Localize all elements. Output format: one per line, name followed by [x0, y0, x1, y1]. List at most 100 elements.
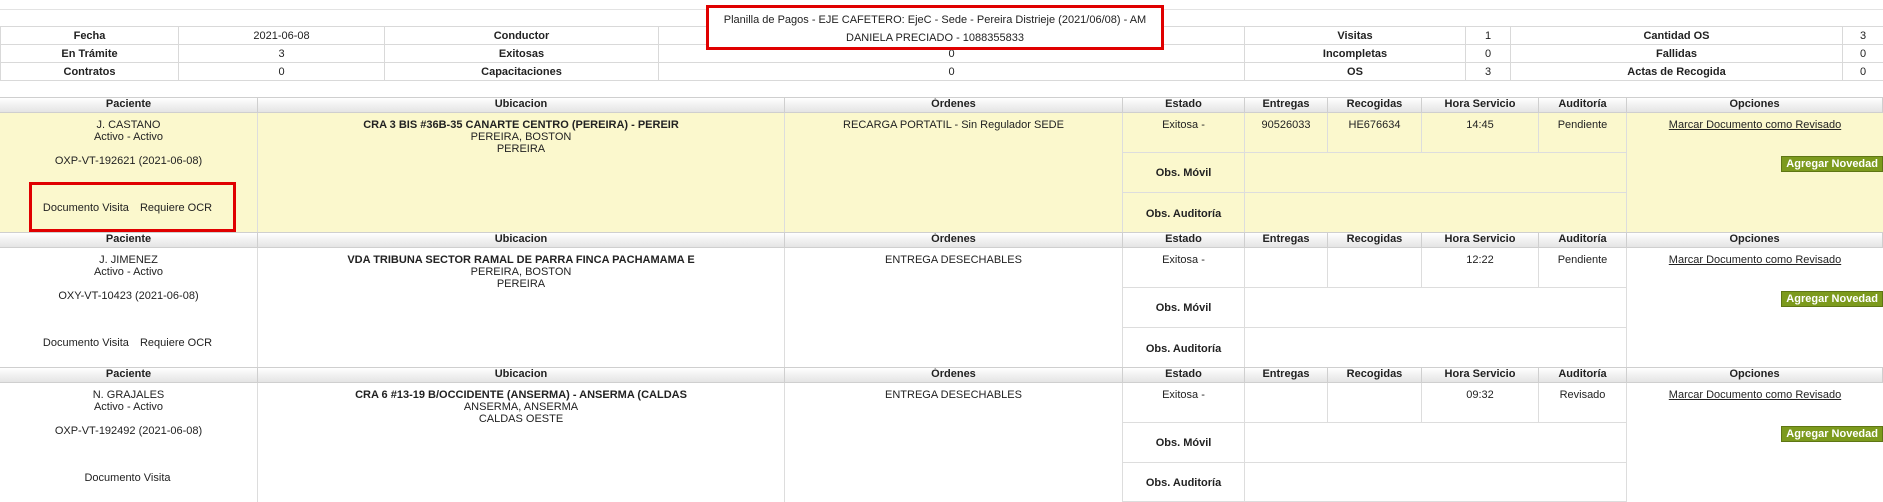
region: PEREIRA: [496, 143, 546, 155]
doc-visit-link[interactable]: Documento Visita: [84, 472, 170, 484]
address: VDA TRIBUNA SECTOR RAMAL DE PARRA FINCA …: [347, 254, 695, 266]
hora-value: 09:32: [1466, 389, 1494, 401]
hora-cell: 12:22: [1422, 248, 1539, 288]
entregas-cell: [1245, 383, 1328, 423]
summary-value: 0: [1842, 62, 1883, 81]
record-row: J. JIMENEZ Activo - Activo OXY-VT-10423 …: [0, 248, 1883, 369]
visit-code: OXY-VT-10423 (2021-06-08): [58, 290, 199, 302]
summary-label: Fallidas: [1510, 44, 1843, 63]
col-auditoria: Auditoría: [1539, 368, 1627, 382]
col-paciente: Paciente: [0, 98, 258, 112]
col-ordenes: Órdenes: [785, 98, 1123, 112]
order-item: ENTREGA DESECHABLES: [885, 389, 1022, 401]
obs-movil-value[interactable]: [1245, 288, 1627, 328]
auditoria-value: Revisado: [1559, 389, 1606, 401]
col-opciones: Opciones: [1627, 368, 1883, 382]
add-news-button[interactable]: Agregar Novedad: [1781, 426, 1883, 442]
obs-movil-value[interactable]: [1245, 153, 1627, 193]
summary-label: Conductor: [384, 26, 659, 45]
summary-value: 0: [178, 62, 385, 81]
patient-name: J. CASTANO: [96, 119, 161, 131]
requires-ocr-link[interactable]: Requiere OCR: [140, 337, 212, 349]
summary-label: Capacitaciones: [384, 62, 659, 81]
summary-value: 3: [1842, 26, 1883, 45]
ordenes-cell: ENTREGA DESECHABLES: [785, 248, 1123, 369]
obs-auditoria-label-cell: Obs. Auditoría: [1123, 463, 1245, 502]
add-news-button[interactable]: Agregar Novedad: [1781, 156, 1883, 172]
col-entregas: Entregas: [1245, 98, 1328, 112]
ubicacion-cell: CRA 6 #13-19 B/OCCIDENTE (ANSERMA) - ANS…: [258, 383, 785, 502]
mark-reviewed-link[interactable]: Marcar Documento como Revisado: [1627, 119, 1883, 131]
patient-name: N. GRAJALES: [92, 389, 165, 401]
opciones-cell: Marcar Documento como Revisado Agregar N…: [1627, 248, 1883, 369]
col-opciones: Opciones: [1627, 98, 1883, 112]
auditoria-cell: Pendiente: [1539, 248, 1627, 288]
auditoria-cell: Revisado: [1539, 383, 1627, 423]
address: CRA 3 BIS #36B-35 CANARTE CENTRO (PEREIR…: [363, 119, 679, 131]
visit-code: OXP-VT-192621 (2021-06-08): [54, 155, 203, 167]
recogidas-cell: [1328, 383, 1422, 423]
col-entregas: Entregas: [1245, 368, 1328, 382]
obs-auditoria-label: Obs. Auditoría: [1145, 343, 1222, 355]
obs-auditoria-label-cell: Obs. Auditoría: [1123, 328, 1245, 369]
region: CALDAS OESTE: [478, 413, 564, 425]
summary-value: 3: [178, 44, 385, 63]
col-hora: Hora Servicio: [1422, 233, 1539, 247]
summary-label: Incompletas: [1244, 44, 1466, 63]
summary-label: Actas de Recogida: [1510, 62, 1843, 81]
mark-reviewed-link[interactable]: Marcar Documento como Revisado: [1627, 254, 1883, 266]
obs-auditoria-value[interactable]: [1245, 463, 1627, 502]
planilla-title-box: Planilla de Pagos - EJE CAFETERO: EjeC -…: [706, 5, 1164, 50]
summary-value: 2021-06-08: [178, 26, 385, 45]
page-title: Planilla de Pagos - EJE CAFETERO: EjeC -…: [723, 14, 1147, 26]
summary-label: En Trámite: [0, 44, 179, 63]
col-paciente: Paciente: [0, 233, 258, 247]
record-row: J. CASTANO Activo - Activo OXP-VT-192621…: [0, 113, 1883, 234]
patient-name: J. JIMENEZ: [99, 254, 158, 266]
col-ubicacion: Ubicacion: [258, 233, 785, 247]
record-row: N. GRAJALES Activo - Activo OXP-VT-19249…: [0, 383, 1883, 502]
hora-cell: 09:32: [1422, 383, 1539, 423]
opciones-cell: Marcar Documento como Revisado Agregar N…: [1627, 383, 1883, 502]
col-auditoria: Auditoría: [1539, 98, 1627, 112]
estado-value: Exitosa -: [1162, 389, 1205, 401]
obs-auditoria-value[interactable]: [1245, 193, 1627, 234]
recogidas-cell: [1328, 248, 1422, 288]
entregas-value: 90526033: [1261, 119, 1311, 131]
summary-value: 0: [1465, 44, 1511, 63]
recogidas-value: HE676634: [1348, 119, 1401, 131]
estado-cell: Exitosa -: [1123, 113, 1245, 153]
summary-label: Exitosas: [384, 44, 659, 63]
col-hora: Hora Servicio: [1422, 368, 1539, 382]
driver-name: DANIELA PRECIADO - 1088355833: [846, 32, 1024, 44]
summary-label: Fecha: [0, 26, 179, 45]
col-opciones: Opciones: [1627, 233, 1883, 247]
city: PEREIRA, BOSTON: [470, 266, 572, 278]
obs-auditoria-value[interactable]: [1245, 328, 1627, 369]
hora-value: 12:22: [1466, 254, 1494, 266]
add-news-button[interactable]: Agregar Novedad: [1781, 291, 1883, 307]
patient-status: Activo - Activo: [93, 266, 164, 278]
obs-movil-value[interactable]: [1245, 423, 1627, 463]
obs-movil-label: Obs. Móvil: [1155, 167, 1212, 179]
obs-auditoria-label-cell: Obs. Auditoría: [1123, 193, 1245, 234]
summary-label: Visitas: [1244, 26, 1466, 45]
estado-value: Exitosa -: [1162, 254, 1205, 266]
ubicacion-cell: CRA 3 BIS #36B-35 CANARTE CENTRO (PEREIR…: [258, 113, 785, 234]
records-header: Paciente Ubicacion Órdenes Estado Entreg…: [0, 97, 1883, 113]
address: CRA 6 #13-19 B/OCCIDENTE (ANSERMA) - ANS…: [355, 389, 687, 401]
summary-label: Cantidad OS: [1510, 26, 1843, 45]
doc-visit-link[interactable]: Documento Visita: [43, 337, 129, 349]
auditoria-value: Pendiente: [1557, 119, 1608, 131]
obs-auditoria-label: Obs. Auditoría: [1145, 477, 1222, 489]
col-ubicacion: Ubicacion: [258, 98, 785, 112]
visit-code: OXP-VT-192492 (2021-06-08): [54, 425, 203, 437]
opciones-cell: Marcar Documento como Revisado Agregar N…: [1627, 113, 1883, 234]
obs-movil-label-cell: Obs. Móvil: [1123, 153, 1245, 193]
city: ANSERMA, ANSERMA: [463, 401, 579, 413]
mark-reviewed-link[interactable]: Marcar Documento como Revisado: [1627, 389, 1883, 401]
col-entregas: Entregas: [1245, 233, 1328, 247]
summary-row: Contratos 0 Capacitaciones 0 OS 3 Actas …: [0, 62, 1883, 81]
col-recogidas: Recogidas: [1328, 233, 1422, 247]
hora-value: 14:45: [1466, 119, 1494, 131]
